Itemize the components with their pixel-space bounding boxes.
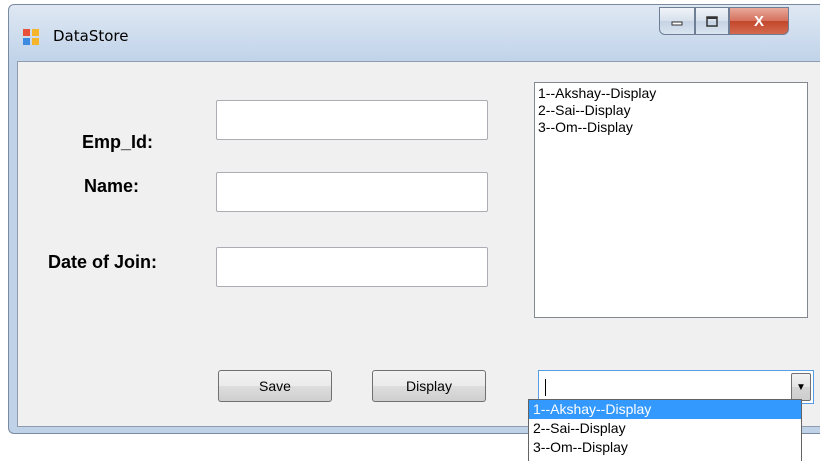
app-window: DataStore X Emp_Id: Name: Date of Join: …	[8, 4, 820, 434]
minimize-icon	[671, 21, 683, 26]
close-icon: X	[753, 12, 764, 30]
minimize-button[interactable]	[659, 7, 695, 35]
maximize-icon	[706, 15, 718, 27]
dropdown-button[interactable]: ▼	[791, 373, 811, 401]
emp-id-input[interactable]	[216, 100, 488, 140]
name-input[interactable]	[216, 172, 488, 212]
date-of-join-label: Date of Join:	[48, 252, 158, 272]
list-item[interactable]: 1--Akshay--Display	[538, 85, 804, 102]
close-button[interactable]: X	[729, 7, 789, 35]
name-label: Name:	[84, 176, 140, 196]
save-button[interactable]: Save	[218, 370, 332, 402]
list-item[interactable]: 3--Om--Display	[538, 119, 804, 136]
dropdown-option[interactable]: 1--Akshay--Display	[529, 400, 801, 419]
form-client-area: Emp_Id: Name: Date of Join: 1--Akshay--D…	[17, 61, 820, 427]
date-of-join-input[interactable]	[216, 247, 488, 287]
chevron-down-icon: ▼	[796, 381, 806, 393]
app-icon	[23, 29, 39, 45]
combobox-dropdown-list[interactable]: 1--Akshay--Display 2--Sai--Display 3--Om…	[528, 399, 802, 461]
list-item[interactable]: 2--Sai--Display	[538, 102, 804, 119]
dropdown-option[interactable]: 2--Sai--Display	[529, 419, 801, 438]
window-title: DataStore	[53, 27, 129, 45]
maximize-button[interactable]	[695, 7, 729, 35]
title-bar[interactable]: DataStore X	[9, 5, 820, 61]
dropdown-option[interactable]: 3--Om--Display	[529, 438, 801, 457]
text-caret	[545, 379, 546, 396]
emp-id-label: Emp_Id:	[82, 132, 154, 152]
records-listbox[interactable]: 1--Akshay--Display 2--Sai--Display 3--Om…	[534, 82, 808, 318]
display-button[interactable]: Display	[372, 370, 486, 402]
